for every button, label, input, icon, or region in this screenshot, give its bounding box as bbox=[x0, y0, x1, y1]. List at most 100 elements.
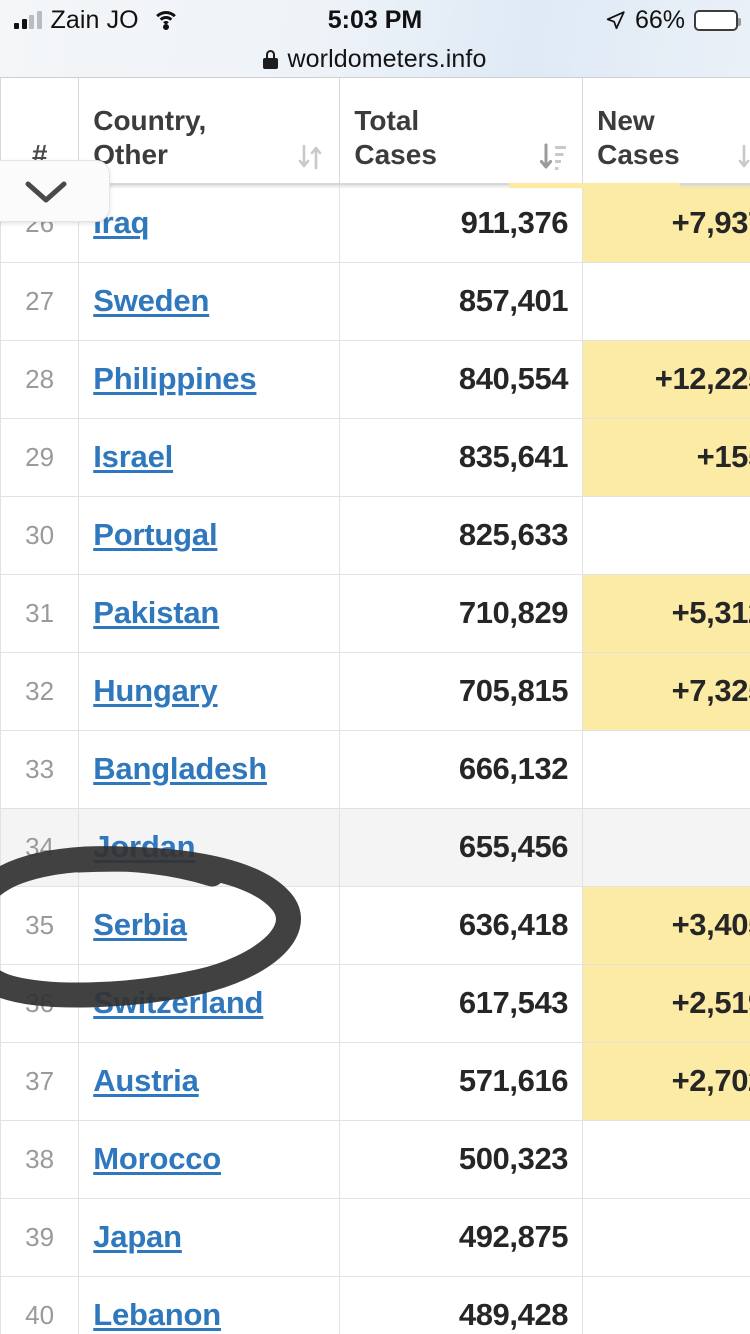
row-new-cases bbox=[582, 1119, 750, 1199]
row-new-cases bbox=[582, 1197, 750, 1277]
table-row[interactable]: 39 Japan 492,875 bbox=[0, 1197, 750, 1277]
row-country-cell: Japan bbox=[78, 1197, 341, 1277]
new-cases-column-accent bbox=[509, 183, 680, 188]
row-total-cases: 655,456 bbox=[339, 807, 584, 887]
row-new-cases: +12,225 bbox=[582, 339, 750, 419]
row-new-cases: +2,519 bbox=[582, 963, 750, 1043]
country-link[interactable]: Serbia bbox=[93, 907, 187, 942]
country-link[interactable]: Sweden bbox=[93, 283, 209, 318]
column-header-new-cases[interactable]: New Cases bbox=[582, 78, 750, 185]
table-dropdown-toggle[interactable] bbox=[0, 160, 110, 222]
table-body: 26Iraq911,376+7,937127Sweden857,401128Ph… bbox=[0, 183, 750, 1334]
table-header: # Country, Other Total Cases New Cases bbox=[0, 78, 750, 185]
row-rank: 34 bbox=[0, 807, 80, 887]
column-header-new-cases-line1: New bbox=[597, 104, 655, 136]
country-link[interactable]: Jordan bbox=[93, 829, 195, 864]
country-link[interactable]: Philippines bbox=[93, 361, 256, 396]
row-country-cell: Lebanon bbox=[78, 1275, 341, 1334]
row-total-cases: 825,633 bbox=[339, 495, 584, 575]
table-row[interactable]: 31Pakistan710,829+5,3121 bbox=[0, 573, 750, 653]
country-link[interactable]: Japan bbox=[93, 1219, 182, 1254]
row-new-cases bbox=[582, 729, 750, 809]
country-link[interactable]: Bangladesh bbox=[93, 751, 267, 786]
safari-address-bar[interactable]: worldometers.info bbox=[0, 40, 750, 78]
row-country-cell: Switzerland bbox=[78, 963, 341, 1043]
table-row[interactable]: 27Sweden857,4011 bbox=[0, 261, 750, 341]
row-rank: 27 bbox=[0, 261, 80, 341]
row-total-cases: 911,376 bbox=[339, 183, 584, 263]
row-new-cases bbox=[582, 261, 750, 341]
sort-updown-icon[interactable] bbox=[735, 140, 750, 174]
column-header-total-cases[interactable]: Total Cases bbox=[339, 78, 584, 185]
row-total-cases: 710,829 bbox=[339, 573, 584, 653]
row-country-cell: Morocco bbox=[78, 1119, 341, 1199]
row-country-cell: Sweden bbox=[78, 261, 341, 341]
row-total-cases: 636,418 bbox=[339, 885, 584, 965]
row-new-cases: +7,325 bbox=[582, 651, 750, 731]
table-row[interactable]: 32Hungary705,815+7,3252 bbox=[0, 651, 750, 731]
row-country-cell: Jordan bbox=[78, 807, 341, 887]
covid-data-table-container[interactable]: # Country, Other Total Cases New Cases 2… bbox=[0, 78, 750, 1334]
row-new-cases: +5,312 bbox=[582, 573, 750, 653]
row-country-cell: Israel bbox=[78, 417, 341, 497]
table-row[interactable]: 29 Israel 835,641+155 bbox=[0, 417, 750, 497]
country-link[interactable]: Morocco bbox=[93, 1141, 221, 1176]
lock-icon bbox=[263, 49, 279, 69]
column-header-country-line1: Country, bbox=[93, 104, 207, 136]
country-link[interactable]: Lebanon bbox=[93, 1297, 221, 1332]
country-link[interactable]: Hungary bbox=[93, 673, 218, 708]
row-total-cases: 500,323 bbox=[339, 1119, 584, 1199]
status-bar-right: 66% bbox=[605, 0, 741, 40]
row-rank: 38 bbox=[0, 1119, 80, 1199]
ios-status-bar: Zain JO 5:03 PM 66% bbox=[0, 0, 750, 40]
row-country-cell: Hungary bbox=[78, 651, 341, 731]
covid-countries-table: # Country, Other Total Cases New Cases 2… bbox=[0, 78, 750, 1334]
row-total-cases: 617,543 bbox=[339, 963, 584, 1043]
column-header-new-cases-line2: Cases bbox=[597, 138, 680, 170]
row-rank: 31 bbox=[0, 573, 80, 653]
row-country-cell: Austria bbox=[78, 1041, 341, 1121]
row-total-cases: 489,428 bbox=[339, 1275, 584, 1334]
table-row[interactable]: 26Iraq911,376+7,9371 bbox=[0, 183, 750, 263]
column-header-total-cases-line1: Total bbox=[354, 104, 420, 136]
row-new-cases: +7,937 bbox=[582, 183, 750, 263]
row-rank: 37 bbox=[0, 1041, 80, 1121]
table-row[interactable]: 37 Austria 571,616+2,702 bbox=[0, 1041, 750, 1121]
table-row[interactable]: 28Philippines840,554+12,2251 bbox=[0, 339, 750, 419]
row-total-cases: 705,815 bbox=[339, 651, 584, 731]
country-link[interactable]: Switzerland bbox=[93, 985, 263, 1020]
url-label: worldometers.info bbox=[287, 44, 487, 73]
row-country-cell: Portugal bbox=[78, 495, 341, 575]
battery-icon bbox=[694, 9, 741, 31]
row-total-cases: 835,641 bbox=[339, 417, 584, 497]
table-row[interactable]: 36Switzerland617,543+2,5191 bbox=[0, 963, 750, 1043]
row-rank: 35 bbox=[0, 885, 80, 965]
browser-chrome: Zain JO 5:03 PM 66% worldometers.info bbox=[0, 0, 750, 78]
location-arrow-icon bbox=[606, 10, 625, 29]
table-header-row: # Country, Other Total Cases New Cases bbox=[0, 78, 750, 185]
table-row[interactable]: 35 Serbia 636,418+3,405 bbox=[0, 885, 750, 965]
column-header-country[interactable]: Country, Other bbox=[78, 78, 341, 185]
country-link[interactable]: Portugal bbox=[93, 517, 217, 552]
row-total-cases: 492,875 bbox=[339, 1197, 584, 1277]
battery-percent-label: 66% bbox=[634, 5, 685, 34]
table-row[interactable]: 38 Morocco 500,323 bbox=[0, 1119, 750, 1199]
row-country-cell: Pakistan bbox=[78, 573, 341, 653]
row-country-cell: Iraq bbox=[78, 183, 341, 263]
country-link[interactable]: Israel bbox=[93, 439, 173, 474]
table-row[interactable]: 40 Lebanon 489,428 bbox=[0, 1275, 750, 1334]
row-rank: 30 bbox=[0, 495, 80, 575]
row-rank: 33 bbox=[0, 729, 80, 809]
country-link[interactable]: Austria bbox=[93, 1063, 199, 1098]
row-new-cases: +2,702 bbox=[582, 1041, 750, 1121]
row-new-cases: +155 bbox=[582, 417, 750, 497]
table-row[interactable]: 30Portugal825,6331 bbox=[0, 495, 750, 575]
row-total-cases: 666,132 bbox=[339, 729, 584, 809]
row-new-cases bbox=[582, 1275, 750, 1334]
table-row[interactable]: 33 Bangladesh 666,132 bbox=[0, 729, 750, 809]
country-link[interactable]: Pakistan bbox=[93, 595, 219, 630]
sort-descending-active-icon[interactable] bbox=[538, 140, 568, 174]
sort-updown-icon[interactable] bbox=[295, 140, 325, 174]
table-row[interactable]: 34 Jordan 655,456 bbox=[0, 807, 750, 887]
row-rank: 40 bbox=[0, 1275, 80, 1334]
